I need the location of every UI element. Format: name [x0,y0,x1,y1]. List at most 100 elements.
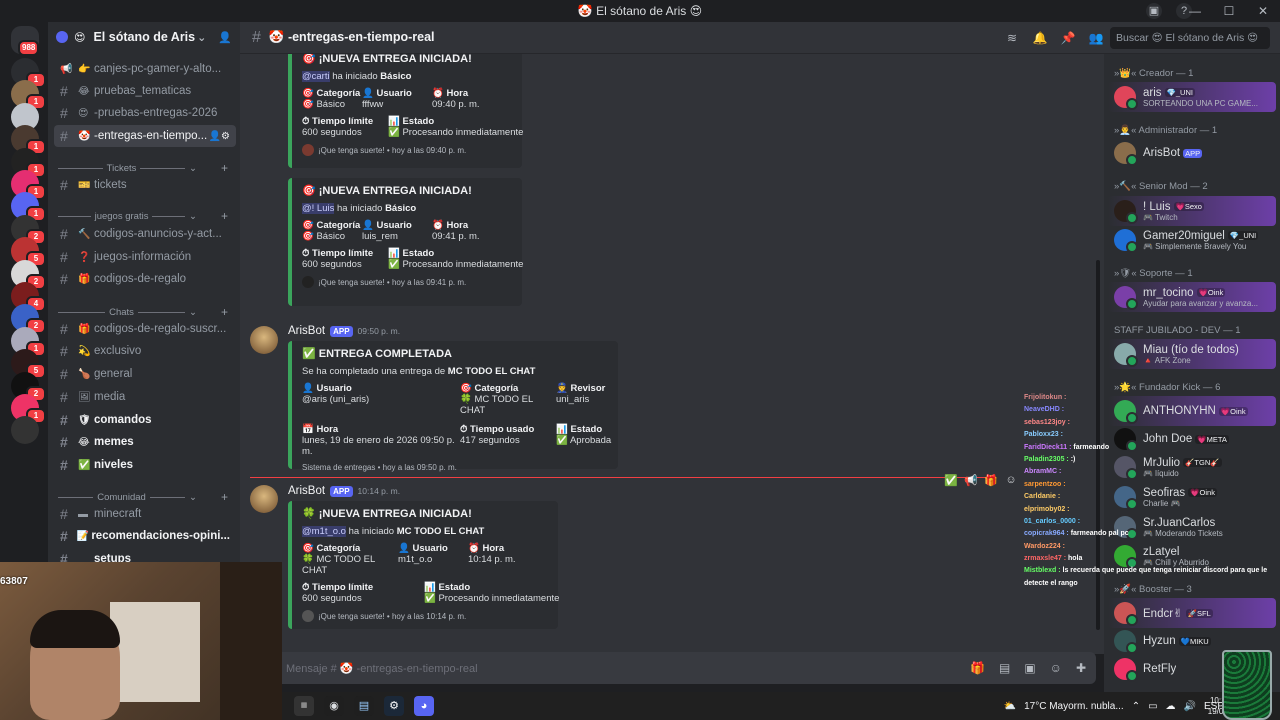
field-name: 👤 Usuario [362,88,412,99]
maximize-button[interactable]: ☐ [1212,0,1246,22]
member-name: aris [1143,86,1162,99]
channel-item[interactable]: # 🔨 codigos-anuncios-y-act... [54,223,236,245]
gif-icon[interactable]: ▤ [999,661,1010,675]
sticker-icon[interactable]: ▣ [1024,661,1035,675]
role-header: »👑« Creador — 1 [1114,68,1194,79]
window-titlebar: 🤡 El sótano de Aris 😍 ▣ ? — ☐ ✕ [0,0,1280,22]
field-name: 📊 Estado [388,248,435,259]
channel-item[interactable]: # 📝 recomendaciones-opini... [54,525,236,547]
field-name: 🎯 Categoría [302,543,361,554]
channel-category[interactable]: juegos gratis ⌄ + [58,208,228,224]
user-mention[interactable]: @m1t_o.o [302,526,346,537]
weather-text[interactable]: 17°C Mayorm. nubla... [1024,701,1124,712]
search-input[interactable]: Buscar 😍 El sótano de Aris 😍 [1110,27,1270,49]
member-name: Gamer20miguel [1143,229,1225,242]
add-channel-icon[interactable]: + [221,161,228,175]
member-item[interactable]: ! Luis 💗Sexo 🎮 Twitch [1108,196,1276,226]
message-composer[interactable]: Mensaje # 🤡 -entregas-en-tiempo-real 🎁 ▤… [276,652,1096,684]
network-icon[interactable]: ▭ [1148,701,1157,712]
channel-item[interactable]: # ▬ minecraft [54,503,236,525]
channel-item[interactable]: # 💫 exclusivo [54,340,236,362]
channel-item[interactable]: # 😍 -pruebas-entregas-2026 [54,102,236,124]
member-status-text: SORTEANDO UNA PC GAME... [1143,98,1258,108]
embed-delivery-completed: ✅ ENTREGA COMPLETADA Se ha completado un… [288,341,618,472]
member-item[interactable]: Miau (tío de todos) 🔺 AFK Zone [1108,339,1276,369]
add-reaction-icon[interactable]: ☺ [1004,474,1018,488]
cloud-icon[interactable]: ☁ [1166,701,1176,712]
server-icon[interactable] [11,416,39,445]
online-status-icon [1126,241,1138,253]
member-item[interactable]: aris 💎_UNI SORTEANDO UNA PC GAME... [1108,82,1276,112]
gift-icon[interactable]: 🎁 [970,661,985,675]
webcam-shelf [110,602,200,702]
emoji-icon[interactable]: ☺ [1050,661,1062,675]
steam-icon[interactable]: ⚙ [384,696,404,716]
member-name: mr_tocino [1143,286,1194,299]
channel-hash-icon: # [60,226,68,242]
channel-item[interactable]: # 😂 memes [54,431,236,453]
author-name[interactable]: ArisBot [288,485,325,497]
message-list: 🎯 ¡NUEVA ENTREGA INICIADA! @carti ha ini… [240,54,1104,654]
user-mention[interactable]: @carti [302,71,330,82]
invite-people-icon[interactable]: 👤 [218,31,232,44]
pin-icon[interactable]: 📌 [1060,30,1076,46]
channel-item[interactable]: # 🎫 tickets [54,174,236,196]
discord-icon[interactable]: ◕ [414,696,434,716]
author-avatar[interactable] [250,326,278,354]
stream-chat-message: farmeando [1073,443,1110,451]
stream-chat-user: FaridDieck11 : [1024,443,1074,451]
member-item[interactable]: Gamer20miguel 💎_UNI 🎮 Simplemente Bravely … [1108,225,1276,255]
add-channel-icon[interactable]: + [221,305,228,319]
tray-expand-icon[interactable]: ⌃ [1132,701,1140,712]
member-text: RetFly [1143,663,1176,675]
member-name: Miau (tío de todos) [1143,343,1239,356]
member-tag: 💎_UNI [1227,231,1259,240]
message-input[interactable]: Mensaje # 🤡 -entregas-en-tiempo-real [286,662,970,675]
inbox-icon[interactable]: ▣ [1146,3,1162,19]
guild-header[interactable]: 😍 El sótano de Aris ... ⌄ 👤 [48,22,240,52]
author-avatar[interactable] [250,485,278,513]
member-item[interactable]: mr_tocino 💗Oink Ayudar para avanzar y avan… [1108,282,1276,312]
add-channel-icon[interactable]: + [221,490,228,504]
member-item[interactable]: ArisBot APP [1108,138,1276,168]
add-channel-icon[interactable]: + [221,209,228,223]
member-list-icon[interactable]: 👥 [1088,30,1104,46]
app-launcher-icon[interactable]: ▦ [294,696,314,716]
checkmark-reaction-icon[interactable]: ✅ [944,474,958,488]
member-status-text: Ayudar para avanzar y avanza... [1143,298,1259,308]
channel-item[interactable]: # 🎁 codigos-de-regalo [54,268,236,290]
field-value: 🍀 MC TODO EL CHAT [302,554,375,576]
channel-item[interactable]: # 🎁 codigos-de-regalo-suscr... [54,318,236,340]
author-name[interactable]: ArisBot [288,325,325,337]
category-divider [137,311,186,313]
threads-icon[interactable]: ≋ [1004,30,1020,46]
channel-item[interactable]: # 🖼 media [54,386,236,408]
user-mention[interactable]: @! Luis [302,203,335,214]
chrome-icon[interactable]: ◉ [324,696,344,716]
channel-item[interactable]: # ✅ niveles [54,454,236,476]
gift-reaction-icon[interactable]: 🎁 [984,474,998,488]
category-divider [152,215,186,217]
field-name: 👤 Usuario [362,220,412,231]
calculator-icon[interactable]: ▤ [354,696,374,716]
apps-icon[interactable]: ✚ [1076,661,1086,675]
minimize-button[interactable]: — [1178,0,1212,22]
window-title: 🤡 El sótano de Aris 😍 [577,4,703,18]
close-button[interactable]: ✕ [1246,0,1280,22]
chevron-down-icon: ⌄ [189,491,197,503]
member-item[interactable]: Endcr✌ 🚀SFL [1108,598,1276,628]
megaphone-reaction-icon[interactable]: 📢 [964,474,978,488]
channel-item[interactable]: # 🍗 general [54,363,236,385]
channel-item[interactable]: # 😂 pruebas_tematicas [54,80,236,102]
embed-description: @! Luis ha iniciado Básico [302,203,512,214]
channel-item[interactable]: 📢 👉 canjes-pc-gamer-y-alto... [54,58,236,80]
volume-icon[interactable]: 🔊 [1184,701,1196,712]
channel-item[interactable]: # 🤡 -entregas-en-tiempo... 👤⚙ [54,125,236,147]
os-taskbar: ▦ ◉ ▤ ⚙ ◕ ⛅ 17°C Mayorm. nubla... ⌃ ▭ ☁ … [282,692,1280,720]
channel-item[interactable]: # 🛡 comandos [54,409,236,431]
field-user: 👤 Usuario luis_rem [362,220,432,242]
avatar [1114,200,1138,224]
channel-item[interactable]: # ❓ juegos-información [54,246,236,268]
channel-settings-icon[interactable]: 👤⚙ [209,131,230,142]
notification-bell-icon[interactable]: 🔔 [1032,30,1048,46]
